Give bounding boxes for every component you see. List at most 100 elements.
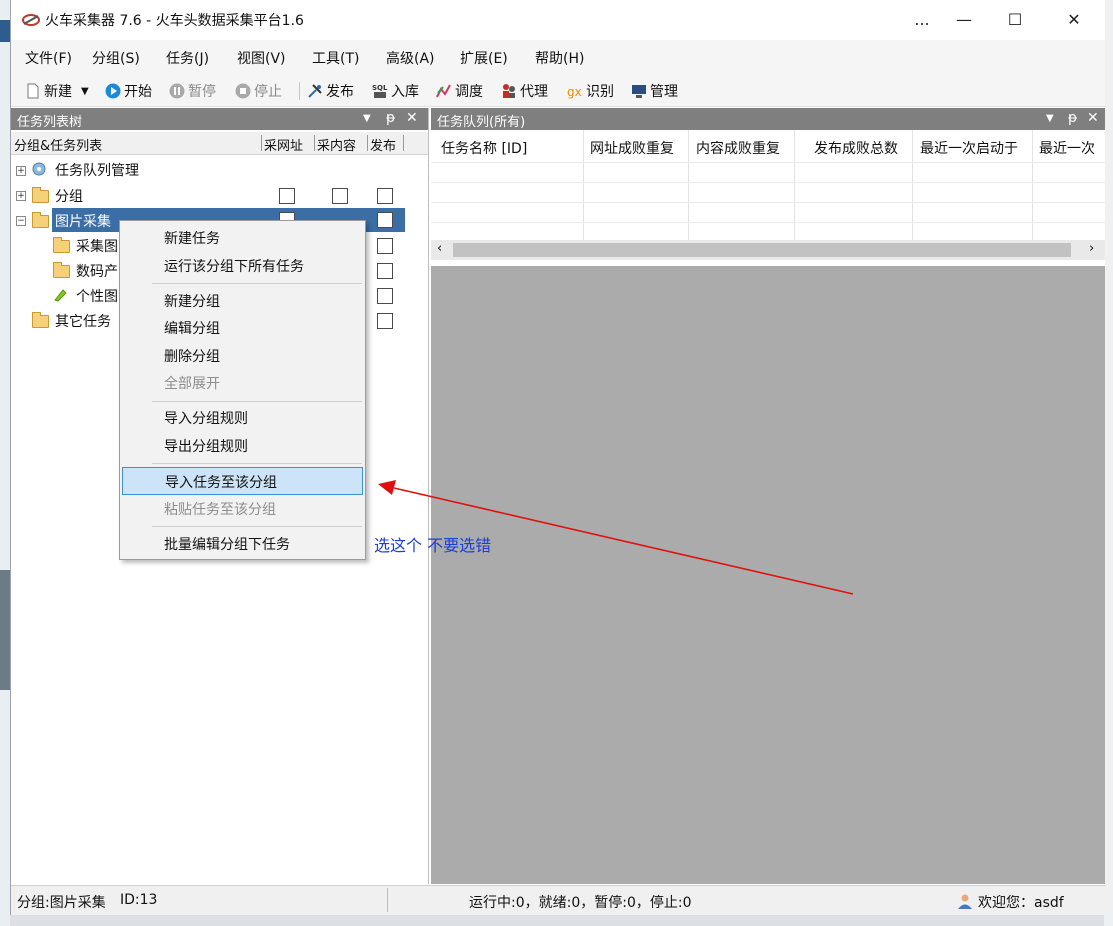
menu-separator	[152, 283, 362, 284]
manage-button[interactable]: 管理	[631, 81, 678, 101]
menu-edit-group[interactable]: 编辑分组	[120, 314, 365, 340]
pause-button[interactable]: 暂停	[169, 81, 216, 101]
publish-checkbox[interactable]	[377, 238, 393, 254]
toolbar: 新建 ▼ 开始 暂停 停止 发布 SQL 入库 调度 代理 gx 识别 管理	[11, 74, 1105, 107]
menu-item-label: 运行该分组下所有任务	[164, 259, 304, 275]
proxy-button[interactable]: 代理	[501, 81, 548, 101]
status-welcome: 欢迎您：asdf	[978, 895, 1064, 911]
menu-delete-group[interactable]: 删除分组	[120, 342, 365, 368]
stop-button-label: 停止	[254, 84, 282, 100]
status-group: 分组:图片采集	[17, 895, 106, 911]
publish-checkbox[interactable]	[377, 313, 393, 329]
svg-text:SQL: SQL	[372, 84, 388, 92]
status-counts: 运行中:0，就绪:0，暂停:0，停止:0	[469, 895, 692, 911]
menu-expand-all[interactable]: 全部展开	[120, 369, 365, 395]
more-button[interactable]: ...	[899, 0, 945, 40]
close-button[interactable]: ✕	[1051, 0, 1097, 40]
publish-checkbox[interactable]	[377, 288, 393, 304]
col-task-name[interactable]: 任务名称 [ID]	[441, 138, 527, 158]
menu-view[interactable]: 视图(V)	[237, 48, 286, 68]
publish-checkbox[interactable]	[377, 212, 393, 228]
col-crawl-url[interactable]: 采网址	[264, 135, 303, 154]
col-last-more[interactable]: 最近一次	[1039, 138, 1105, 158]
expand-icon[interactable]: +	[16, 191, 26, 201]
tree-label: 图片采集	[55, 214, 111, 230]
schedule-button[interactable]: 调度	[436, 81, 483, 101]
publish-button-label: 发布	[326, 84, 354, 100]
col-content-stats[interactable]: 内容成败重复	[696, 138, 780, 158]
minimize-button[interactable]: —	[941, 0, 987, 40]
app-logo-icon	[22, 14, 40, 26]
publish-checkbox[interactable]	[377, 263, 393, 279]
task-tree-title: 任务列表树	[17, 115, 83, 130]
new-button[interactable]: 新建 ▼	[25, 81, 89, 101]
folder-icon	[32, 187, 49, 203]
panel-dropdown-icon[interactable]: ▼	[363, 113, 371, 124]
menu-import-group-rules[interactable]: 导入分组规则	[120, 404, 365, 430]
publish-checkbox[interactable]	[377, 188, 393, 204]
menu-separator	[152, 463, 362, 464]
import-db-button-label: 入库	[391, 84, 419, 100]
menu-file[interactable]: 文件(F)	[25, 48, 72, 68]
menu-new-group[interactable]: 新建分组	[120, 287, 365, 313]
folder-icon	[53, 262, 70, 278]
tree-label: 采集图	[76, 239, 118, 255]
import-db-button[interactable]: SQL 入库	[372, 81, 419, 101]
crawl-url-checkbox[interactable]	[279, 188, 295, 204]
menu-tools[interactable]: 工具(T)	[312, 48, 359, 68]
queue-icon	[32, 162, 46, 176]
panel-close-icon[interactable]: ✕	[1087, 110, 1099, 126]
play-icon	[105, 83, 121, 99]
expand-icon[interactable]: +	[16, 166, 26, 176]
task-queue-grid: 任务名称 [ID] 网址成败重复 内容成败重复 发布成败总数 最近一次启动于 最…	[431, 130, 1105, 266]
scroll-left-icon[interactable]: ‹	[437, 241, 442, 256]
proxy-icon	[503, 84, 515, 98]
publish-button[interactable]: 发布	[307, 81, 354, 101]
menu-advanced[interactable]: 高级(A)	[386, 48, 435, 68]
menu-batch-edit-tasks[interactable]: 批量编辑分组下任务	[120, 530, 365, 556]
scrollbar-thumb[interactable]	[453, 243, 1071, 257]
horizontal-scrollbar[interactable]: ‹ ›	[431, 240, 1105, 260]
menu-item-label: 导入任务至该分组	[165, 475, 277, 491]
crawl-content-checkbox[interactable]	[332, 188, 348, 204]
menu-help[interactable]: 帮助(H)	[535, 48, 584, 68]
menu-group[interactable]: 分组(S)	[92, 48, 140, 68]
status-id: ID:13	[120, 892, 158, 908]
panel-dropdown-icon[interactable]: ▼	[1046, 113, 1054, 124]
pin-icon[interactable]: ᵽ	[1068, 110, 1077, 126]
col-crawl-content[interactable]: 采内容	[317, 135, 356, 154]
tree-row-group[interactable]: + 分组	[11, 183, 428, 208]
pencil-icon	[54, 289, 67, 302]
recognize-button[interactable]: gx 识别	[567, 81, 614, 101]
schedule-button-label: 调度	[455, 84, 483, 100]
stop-button[interactable]: 停止	[235, 81, 282, 101]
menu-extensions[interactable]: 扩展(E)	[460, 48, 508, 68]
folder-icon	[53, 237, 70, 253]
pin-icon[interactable]: ᵽ	[386, 110, 395, 126]
col-last-start[interactable]: 最近一次启动于	[920, 138, 1018, 158]
menu-export-group-rules[interactable]: 导出分组规则	[120, 432, 365, 458]
tree-row-queue-mgmt[interactable]: + 任务队列管理	[11, 157, 428, 182]
user-icon	[958, 894, 972, 909]
proxy-button-label: 代理	[520, 84, 548, 100]
maximize-button[interactable]: ☐	[992, 0, 1038, 40]
stop-icon	[235, 83, 251, 99]
taskbar-strip	[10, 915, 1104, 926]
col-publish-stats[interactable]: 发布成败总数	[814, 138, 898, 158]
menu-run-group-tasks[interactable]: 运行该分组下所有任务	[120, 252, 365, 278]
scroll-right-icon[interactable]: ›	[1089, 241, 1094, 256]
collapse-icon[interactable]: −	[16, 216, 26, 226]
menu-separator	[152, 526, 362, 527]
menu-import-task-to-group[interactable]: 导入任务至该分组	[122, 467, 363, 495]
menu-item-label: 导出分组规则	[164, 439, 248, 455]
start-button[interactable]: 开始	[105, 81, 152, 101]
col-group-task[interactable]: 分组&任务列表	[14, 135, 102, 154]
chevron-down-icon[interactable]: ▼	[81, 86, 89, 97]
menu-new-task[interactable]: 新建任务	[120, 224, 365, 250]
menu-task[interactable]: 任务(J)	[166, 48, 209, 68]
panel-close-icon[interactable]: ✕	[406, 110, 418, 126]
new-button-label: 新建	[44, 84, 72, 100]
col-url-stats[interactable]: 网址成败重复	[590, 138, 674, 158]
menu-paste-task-to-group[interactable]: 粘贴任务至该分组	[120, 495, 365, 521]
col-publish[interactable]: 发布	[370, 135, 396, 154]
